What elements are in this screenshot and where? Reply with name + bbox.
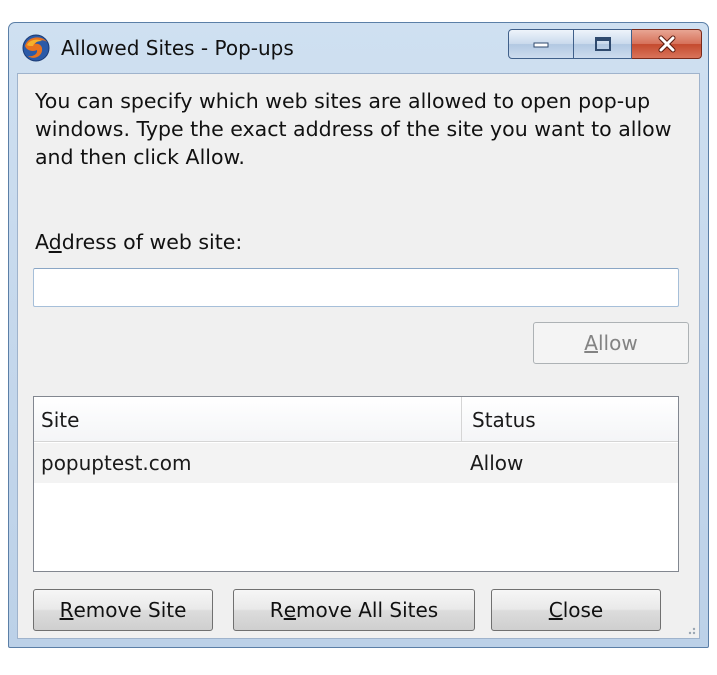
dialog-content: You can specify which web sites are allo… [17, 73, 700, 639]
remove-site-button[interactable]: Remove Site [33, 589, 213, 631]
maximize-button[interactable] [574, 29, 632, 59]
maximize-icon [594, 37, 611, 51]
minimize-button[interactable] [508, 29, 574, 59]
title-bar[interactable]: Allowed Sites - Pop-ups [9, 23, 708, 73]
column-header-site[interactable]: Site [34, 397, 462, 442]
window-close-button[interactable] [632, 29, 702, 59]
caption-buttons [508, 29, 702, 59]
allowed-sites-dialog: Allowed Sites - Pop-ups You can specify … [8, 22, 709, 648]
window-title: Allowed Sites - Pop-ups [61, 36, 294, 60]
instructions-text: You can specify which web sites are allo… [35, 89, 672, 169]
resize-grip-icon[interactable] [684, 623, 696, 635]
allow-button[interactable]: Allow [533, 322, 689, 364]
list-row[interactable]: popuptest.com Allow [34, 443, 678, 483]
status-cell: Allow [470, 451, 524, 475]
column-header-status[interactable]: Status [462, 397, 678, 442]
close-icon [658, 35, 675, 53]
remove-all-sites-button[interactable]: Re move All Sites [233, 589, 475, 631]
minimize-icon [533, 42, 549, 48]
list-header: Site Status [34, 397, 678, 442]
close-button[interactable]: Close [491, 589, 661, 631]
address-label: Address of web site: [35, 230, 243, 254]
site-cell: popuptest.com [41, 451, 192, 475]
address-input[interactable] [33, 268, 679, 307]
firefox-icon [22, 34, 50, 62]
sites-list[interactable]: Site Status popuptest.com Allow [33, 396, 679, 572]
